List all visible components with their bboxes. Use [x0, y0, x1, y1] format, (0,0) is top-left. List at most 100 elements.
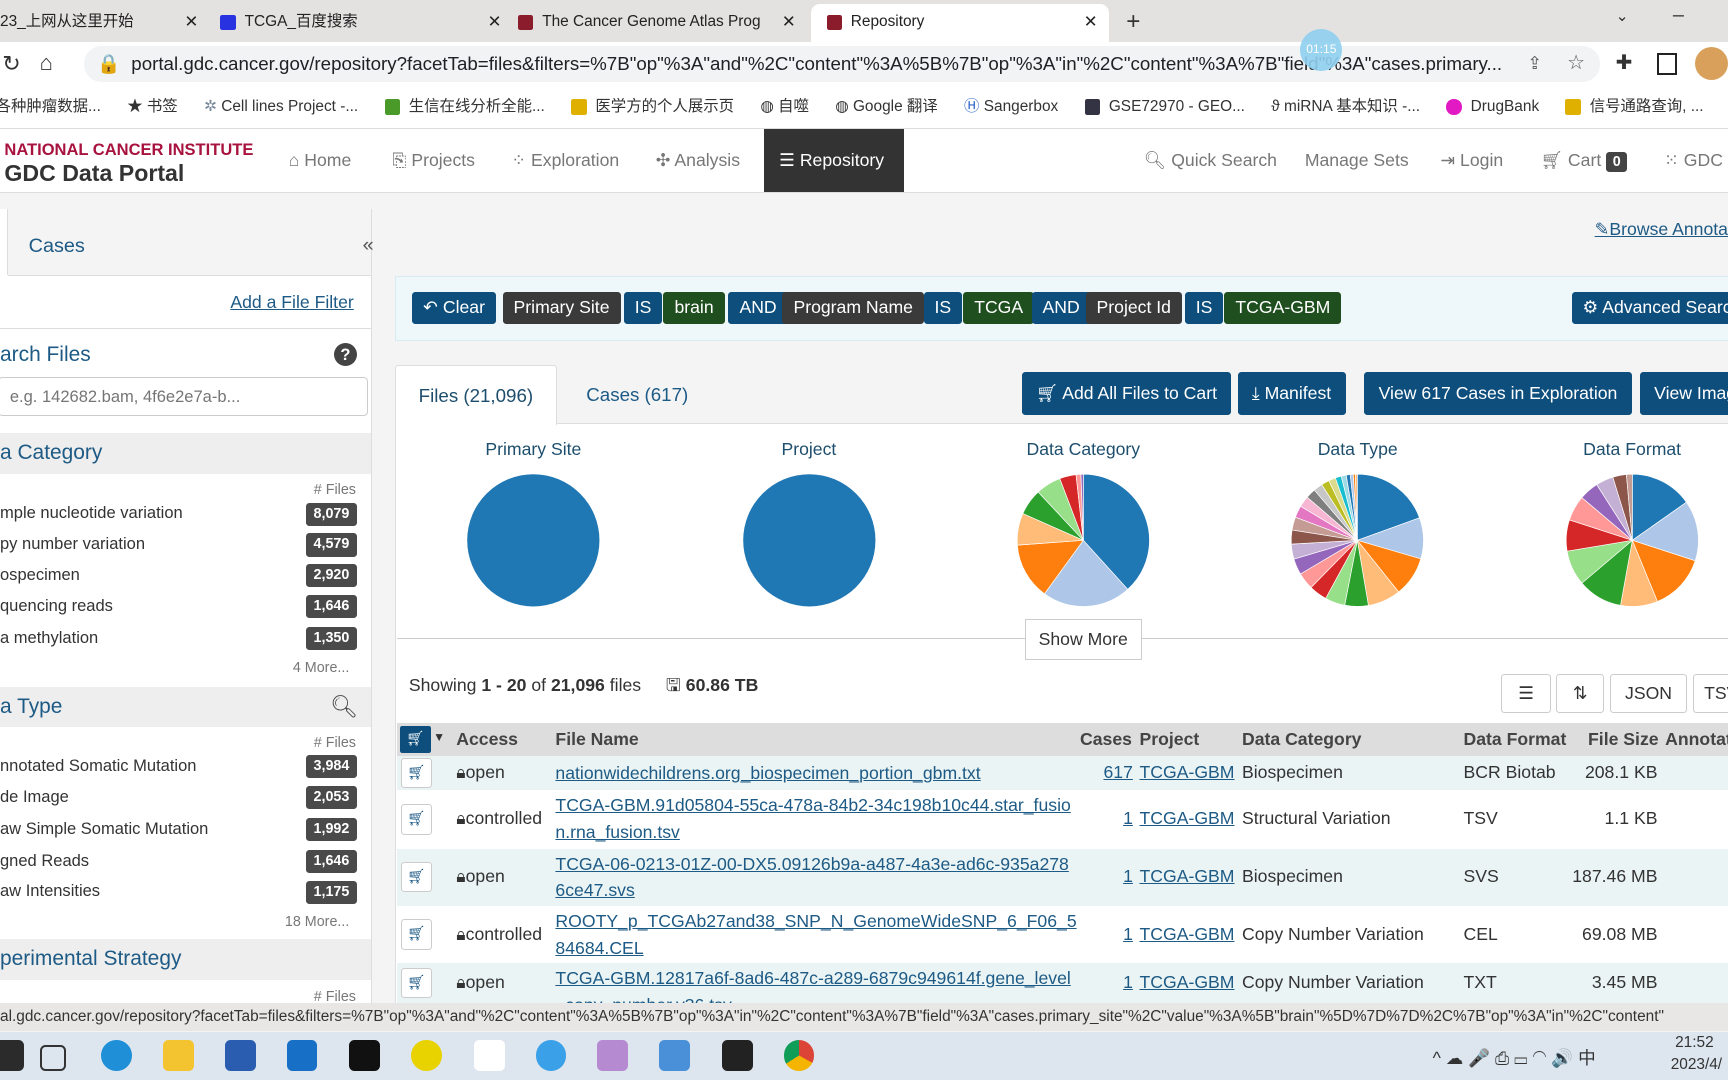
tab-search-icon[interactable]: ⌄: [1616, 7, 1629, 26]
close-tab-icon[interactable]: ✕: [1084, 4, 1098, 39]
mail-icon[interactable]: [286, 1040, 318, 1072]
pie-chart[interactable]: [1289, 472, 1426, 609]
add-to-cart-button[interactable]: 🛒︎: [401, 967, 432, 999]
browser-tab-active[interactable]: Repository ✕: [811, 4, 1109, 42]
file-explorer-icon[interactable]: [163, 1040, 194, 1072]
advanced-search-button[interactable]: ⚙ Advanced Search: [1571, 292, 1728, 324]
filter-chip[interactable]: Program Name: [782, 292, 924, 324]
cart-select-all-button[interactable]: 🛒︎: [400, 726, 431, 753]
edge-icon[interactable]: [101, 1040, 133, 1072]
file-name-link[interactable]: TCGA-GBM.91d05804-55ca-478a-84b2-34c198b…: [555, 792, 1070, 845]
filter-chip[interactable]: TCGA-GBM: [1224, 292, 1342, 324]
facet-item[interactable]: a methylation 1,350: [0, 626, 358, 651]
filter-chip[interactable]: IS: [923, 292, 963, 324]
zet-icon[interactable]: [349, 1040, 381, 1072]
home-icon[interactable]: ⌂: [40, 50, 53, 76]
add-to-cart-button[interactable]: 🛒︎: [401, 861, 432, 893]
col-data-category[interactable]: Data Category: [1242, 723, 1362, 756]
chrome-icon[interactable]: [783, 1040, 815, 1072]
more-link[interactable]: 18 More...: [285, 914, 349, 930]
system-tray[interactable]: ^ ☁ 🎤 ⎙ ▭ ◠ 🔊 中: [1433, 1045, 1596, 1070]
view-images-button[interactable]: View Images: [1639, 372, 1728, 416]
filter-chip[interactable]: Project Id: [1085, 292, 1182, 324]
facet-item[interactable]: aw Intensities 1,175: [0, 879, 358, 904]
add-to-cart-button[interactable]: 🛒︎: [401, 757, 432, 789]
bookmark[interactable]: Ⓗ Sangerbox: [964, 86, 1058, 128]
project-link[interactable]: TCGA-GBM: [1140, 866, 1235, 887]
cases-facet-tab[interactable]: Cases: [7, 209, 372, 277]
pie-slice[interactable]: [742, 473, 876, 607]
pie-chart[interactable]: [741, 472, 878, 609]
close-tab-icon[interactable]: ✕: [185, 4, 199, 39]
file-name-link[interactable]: TCGA-06-0213-01Z-00-DX5.09126b9a-a487-4a…: [555, 851, 1068, 904]
bookmark[interactable]: 信号通路查询, ...: [1565, 86, 1704, 128]
cases-count-link[interactable]: 617: [1103, 762, 1132, 783]
facet-item[interactable]: ospecimen 2,920: [0, 563, 358, 588]
filter-chip[interactable]: Primary Site: [502, 292, 621, 324]
facet-item[interactable]: py number variation 4,579: [0, 532, 358, 557]
pie-chart[interactable]: [1564, 472, 1701, 609]
minimize-button[interactable]: –: [1673, 4, 1684, 27]
add-file-filter-link[interactable]: Add a File Filter: [230, 292, 353, 313]
filter-chip[interactable]: TCGA: [963, 292, 1035, 324]
filter-chip[interactable]: AND: [1031, 292, 1091, 324]
project-link[interactable]: TCGA-GBM: [1140, 924, 1235, 945]
search-files-input[interactable]: [0, 376, 368, 417]
baidu-netdisk-icon[interactable]: [473, 1040, 505, 1072]
bookmark[interactable]: ◍ Google 翻译: [835, 86, 938, 128]
reload-icon[interactable]: ↻: [2, 51, 20, 77]
pie-chart[interactable]: [465, 472, 602, 609]
task-view-icon[interactable]: [39, 1044, 66, 1071]
start-icon[interactable]: [0, 1040, 25, 1072]
bookmark[interactable]: GSE72970 - GEO...: [1084, 86, 1245, 128]
bookmark[interactable]: ◍ 自噬: [760, 86, 809, 128]
bookmark[interactable]: 生信在线分析全能...: [384, 86, 545, 128]
share-icon[interactable]: ⇪: [1527, 53, 1542, 74]
manage-sets[interactable]: Manage Sets: [1305, 129, 1409, 192]
project-link[interactable]: TCGA-GBM: [1140, 808, 1235, 829]
app-icon[interactable]: [597, 1040, 629, 1072]
tab-cases[interactable]: Cases (617): [586, 384, 688, 406]
view-cases-in-exploration-button[interactable]: View 617 Cases in Exploration: [1364, 372, 1632, 416]
col-data-format[interactable]: Data Format: [1464, 723, 1567, 756]
col-cases[interactable]: Cases: [1080, 723, 1132, 756]
pie-chart[interactable]: [1015, 472, 1152, 609]
manifest-button[interactable]: ⤓ Manifest: [1237, 372, 1346, 416]
cases-count-link[interactable]: 1: [1123, 808, 1133, 829]
app-icon[interactable]: [535, 1040, 567, 1072]
bookmark[interactable]: ★ 书签: [127, 86, 178, 128]
bookmark[interactable]: ϑ miRNA 基本知识 -...: [1271, 86, 1420, 128]
cart[interactable]: 🛒︎ Cart 0: [1541, 129, 1628, 192]
nav-projects[interactable]: ⎘ Projects: [392, 129, 475, 192]
show-more-button[interactable]: Show More: [1024, 619, 1142, 660]
browser-tab[interactable]: 23_上网从这里开始 ✕: [0, 4, 209, 41]
sort-button[interactable]: ⇅: [1556, 674, 1605, 713]
project-link[interactable]: TCGA-GBM: [1140, 762, 1235, 783]
nav-analysis[interactable]: ✣ Analysis: [656, 129, 740, 192]
store-icon[interactable]: [224, 1040, 256, 1072]
project-link[interactable]: TCGA-GBM: [1140, 972, 1235, 993]
extensions-icon[interactable]: ✚: [1616, 51, 1633, 75]
files-facet-tab[interactable]: [0, 209, 8, 276]
more-link[interactable]: 4 More...: [293, 660, 349, 676]
sidepanel-icon[interactable]: [1657, 52, 1677, 75]
data-category-header[interactable]: a Category: [0, 433, 372, 474]
file-name-link[interactable]: TCGA-GBM.12817a6f-8ad6-487c-a289-6879c94…: [555, 965, 1070, 1002]
new-tab-button[interactable]: +: [1126, 4, 1140, 39]
filter-chip[interactable]: brain: [663, 292, 725, 324]
add-to-cart-button[interactable]: 🛒︎: [401, 803, 432, 835]
help-icon[interactable]: ?: [333, 342, 358, 366]
archive-icon[interactable]: [659, 1040, 690, 1072]
pie-slice[interactable]: [467, 473, 600, 607]
bookmark-star-icon[interactable]: ☆: [1567, 51, 1585, 75]
sublime-icon[interactable]: [721, 1040, 753, 1072]
browser-tab[interactable]: TCGA_百度搜索 ✕: [220, 4, 512, 41]
add-to-cart-button[interactable]: 🛒︎: [401, 919, 432, 950]
column-list-button[interactable]: ☰: [1500, 674, 1552, 713]
add-all-files-to-cart-button[interactable]: 🛒︎ Add All Files to Cart: [1021, 372, 1232, 416]
facet-item[interactable]: gned Reads 1,646: [0, 849, 358, 873]
filter-chip[interactable]: AND: [728, 292, 788, 324]
experimental-strategy-header[interactable]: perimental Strategy: [0, 938, 372, 980]
bookmark[interactable]: DrugBank: [1446, 86, 1539, 128]
bookmark[interactable]: ✲ Cell lines Project -...: [204, 86, 358, 128]
